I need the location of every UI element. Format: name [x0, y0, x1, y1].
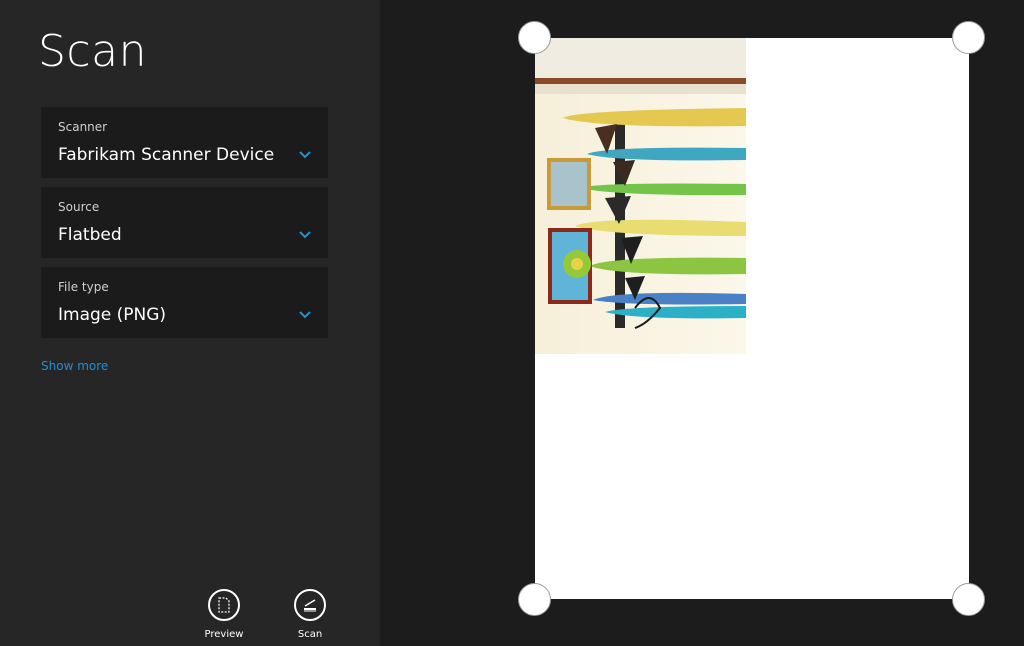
crop-handle-top-left[interactable] — [518, 21, 551, 54]
crop-handle-bottom-right[interactable] — [952, 583, 985, 616]
crop-handle-top-right[interactable] — [952, 21, 985, 54]
scan-label: Scan — [297, 629, 323, 640]
source-value: Flatbed — [58, 225, 122, 245]
file-type-label: File type — [58, 280, 109, 294]
scanner-value: Fabrikam Scanner Device — [58, 145, 275, 165]
page-title: Scan — [38, 26, 147, 77]
file-type-value: Image (PNG) — [58, 305, 167, 325]
settings-pane: Scan Scanner Fabrikam Scanner Device Sou… — [0, 0, 380, 646]
scanned-image — [535, 38, 746, 354]
scanner-dropdown[interactable]: Scanner Fabrikam Scanner Device — [41, 107, 328, 178]
source-dropdown[interactable]: Source Flatbed — [41, 187, 328, 258]
preview-icon — [208, 589, 240, 621]
crop-handle-bottom-left[interactable] — [518, 583, 551, 616]
scanner-label: Scanner — [58, 120, 108, 134]
preview-button[interactable]: Preview — [189, 589, 259, 645]
chevron-down-icon — [299, 231, 311, 239]
file-type-dropdown[interactable]: File type Image (PNG) — [41, 267, 328, 338]
chevron-down-icon — [299, 151, 311, 159]
scan-icon — [294, 589, 326, 621]
preview-label: Preview — [204, 629, 244, 640]
show-more-link[interactable]: Show more — [41, 359, 108, 373]
chevron-down-icon — [299, 311, 311, 319]
scan-button[interactable]: Scan — [275, 589, 345, 645]
source-label: Source — [58, 200, 100, 214]
